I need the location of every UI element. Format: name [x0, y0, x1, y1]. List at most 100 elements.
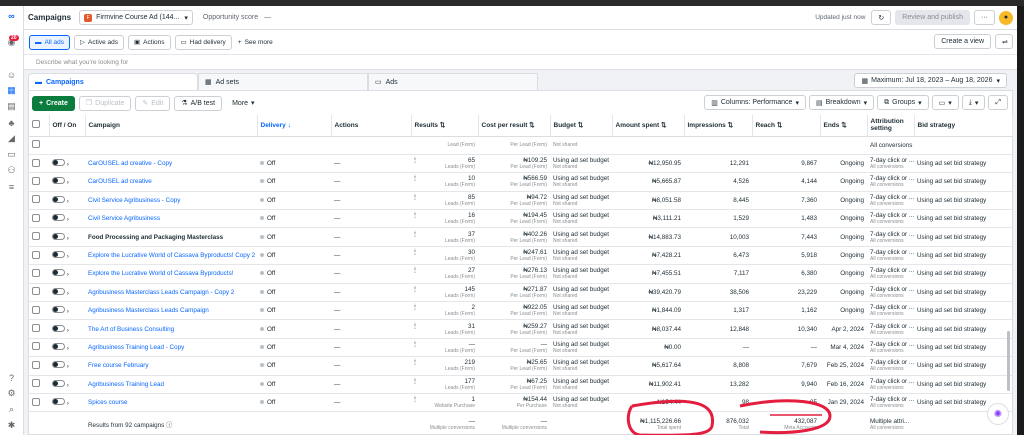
groups-button[interactable]: ⧉ Groups ▾ [877, 95, 929, 110]
more-options-button[interactable]: ··· [974, 10, 995, 25]
tab-campaigns[interactable]: ▬ Campaigns [28, 73, 198, 90]
table-row[interactable]: › Agribusiness Masterclass Leads Campaig… [29, 283, 1012, 303]
table-row[interactable]: › Agribusiness Training Lead Off — 🕯 177 L… [29, 375, 1012, 394]
grid-table-icon[interactable]: ▦ [5, 84, 18, 97]
opportunity-score[interactable]: Opportunity score — [203, 14, 271, 21]
campaign-name[interactable]: Agribusiness Training Lead [85, 375, 257, 394]
events-icon[interactable]: ⚇ [5, 164, 18, 177]
row-toggle[interactable]: › [49, 264, 85, 284]
row-checkbox[interactable] [29, 136, 49, 155]
tab-ads[interactable]: ▭ Ads [368, 73, 538, 90]
emoji-icon[interactable]: ☺ [5, 68, 18, 81]
create-button[interactable]: + Create [32, 95, 75, 111]
campaign-name[interactable]: Civil Service Agribusiness [85, 209, 257, 229]
tab-ad-sets[interactable]: ▦ Ad sets [198, 73, 368, 90]
row-checkbox[interactable] [29, 209, 49, 229]
campaign-name[interactable]: CarOUSEL ad creative [85, 172, 257, 192]
row-toggle[interactable] [49, 136, 85, 155]
see-more-button[interactable]: + See more [238, 39, 273, 46]
row-checkbox[interactable] [29, 264, 49, 284]
vertical-scrollbar[interactable] [1007, 331, 1010, 391]
had-delivery-filter[interactable]: ▭ Had delivery [174, 34, 232, 50]
toggle-switch[interactable] [52, 232, 65, 240]
table-row[interactable]: › Civil Service Agribusiness Off — 🕯 16 Le… [29, 209, 1012, 229]
col-cost-per-result[interactable]: Cost per result ⇅ [478, 115, 551, 137]
row-checkbox[interactable] [29, 191, 49, 211]
table-row[interactable]: › Explore the Lucrative World of Cassava… [29, 246, 1012, 266]
toggle-switch[interactable] [52, 269, 65, 277]
account-selector[interactable]: F Firmvine Course Ad (144... ▾ [79, 10, 193, 25]
toggle-switch[interactable] [52, 324, 65, 332]
table-row[interactable]: › Agribusiness Masterclass Leads Campaig… [29, 301, 1012, 321]
col-amount-spent[interactable]: Amount spent ⇅ [612, 115, 685, 137]
toggle-switch[interactable] [52, 379, 65, 387]
toggle-switch[interactable] [52, 195, 65, 203]
row-toggle[interactable]: › [49, 338, 85, 358]
megaphone-icon[interactable]: ◢ [5, 132, 18, 145]
select-all-checkbox[interactable] [29, 115, 50, 137]
table-row[interactable]: › Agribusiness Training Lead - Copy Off … [29, 338, 1012, 358]
table-row[interactable]: › CarOUSEL ad creative - Copy Off — 🕯 65 L… [29, 154, 1012, 174]
row-checkbox[interactable] [29, 283, 49, 303]
refresh-button[interactable]: ↻ [871, 10, 892, 25]
row-checkbox[interactable] [29, 393, 49, 413]
more-button[interactable]: More ▾ [226, 95, 261, 111]
table-row[interactable]: › Spices course Off — 🕯 1 Website Purchase… [29, 393, 1012, 413]
row-toggle[interactable]: › [49, 375, 85, 394]
date-range-picker[interactable]: ▦ Maximum: Jul 18, 2023 – Aug 18, 2026 ▾ [854, 73, 1007, 88]
table-row[interactable]: › The Art of Business Consulting Off — 🕯… [29, 319, 1012, 339]
toggle-switch[interactable] [52, 214, 65, 222]
bug-icon[interactable]: ✱ [5, 419, 18, 432]
toggle-switch[interactable] [52, 342, 65, 350]
col-bid-strategy[interactable]: Bid strategy [914, 115, 1013, 137]
menu-icon[interactable]: ≡ [5, 180, 18, 193]
campaign-name[interactable]: Free course February [85, 356, 257, 376]
col-impressions[interactable]: Impressions ⇅ [684, 115, 753, 137]
table-row[interactable]: › Explore the Lucrative World of Cassava… [29, 264, 1012, 284]
review-publish-button[interactable]: Review and publish [895, 10, 970, 25]
meta-logo-icon[interactable]: ∞ [5, 9, 18, 22]
campaign-name[interactable]: Food Processing and Packaging Masterclas… [85, 227, 257, 247]
row-checkbox[interactable] [29, 375, 49, 394]
row-checkbox[interactable] [29, 319, 49, 339]
col-reach[interactable]: Reach ⇅ [752, 115, 821, 137]
col-delivery[interactable]: Delivery ↓ [257, 115, 332, 137]
col-campaign[interactable]: Campaign [85, 115, 258, 137]
row-toggle[interactable]: › [49, 209, 85, 229]
table-row[interactable]: Lead (Form) Per Lead (Form) Not shared A… [29, 136, 1012, 155]
ab-test-button[interactable]: ⚗ A/B test [174, 95, 223, 111]
actions-filter[interactable]: ▣ Actions [128, 34, 171, 50]
campaign-name[interactable]: Agribusiness Masterclass Leads Campaign [85, 301, 257, 321]
col-offon[interactable]: Off / On [49, 115, 86, 137]
row-toggle[interactable]: › [49, 246, 85, 266]
row-toggle[interactable]: › [49, 154, 85, 174]
settings-icon[interactable]: ⚙ [5, 387, 18, 400]
expand-button[interactable]: ⤢ [988, 95, 1008, 110]
table-row[interactable]: › Free course February Off — 🕯 219 Leads (… [29, 356, 1012, 376]
search-input[interactable]: Describe what you're looking for [24, 54, 1017, 70]
assistant-button[interactable]: ✺ [987, 403, 1009, 425]
campaign-name[interactable]: Agribusiness Training Lead - Copy [85, 338, 257, 358]
avatar[interactable]: ● [999, 10, 1013, 25]
help-icon[interactable]: ? [5, 371, 18, 384]
all-ads-filter[interactable]: ▬ All ads [29, 34, 71, 50]
campaign-name[interactable]: Spices course [85, 393, 257, 413]
export-button[interactable]: ⤓ ▾ [961, 95, 986, 110]
table-row[interactable]: › Food Processing and Packaging Mastercl… [29, 227, 1012, 247]
campaign-name[interactable]: Explore the Lucrative World of Cassava B… [85, 264, 257, 284]
row-toggle[interactable]: › [49, 301, 85, 321]
col-actions[interactable]: Actions [331, 115, 412, 137]
pages-icon[interactable]: ▤ [5, 100, 18, 113]
col-budget[interactable]: Budget ⇅ [550, 115, 613, 137]
duplicate-button[interactable]: ❐ Duplicate [78, 95, 132, 111]
row-checkbox[interactable] [29, 301, 49, 321]
toggle-switch[interactable] [52, 398, 65, 406]
toggle-switch[interactable] [52, 287, 65, 295]
toggle-switch[interactable] [52, 177, 65, 185]
toggle-switch[interactable] [52, 306, 65, 314]
campaign-name[interactable]: Explore the Lucrative World of Cassava B… [85, 246, 257, 266]
row-checkbox[interactable] [29, 338, 49, 358]
toggle-switch[interactable] [52, 251, 65, 259]
row-checkbox[interactable] [29, 246, 49, 266]
toggle-switch[interactable] [52, 361, 65, 369]
